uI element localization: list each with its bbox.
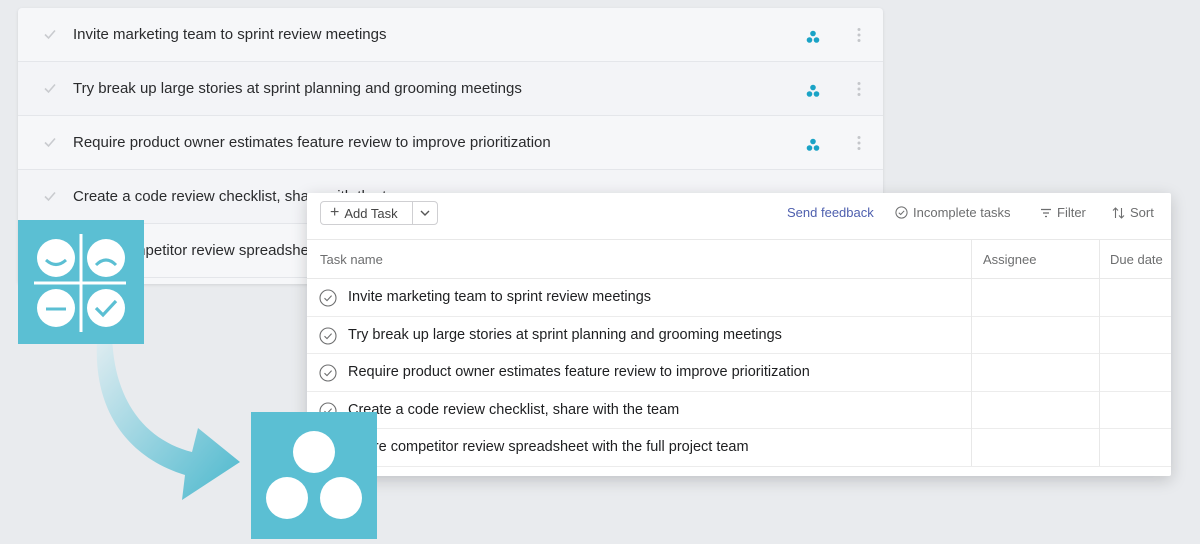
list-item-label: Try break up large stories at sprint pla… [73,80,522,97]
table-header: Task name Assignee Due date [307,240,1171,279]
table-row[interactable]: Require product owner estimates feature … [307,354,1171,392]
send-feedback-link[interactable]: Send feedback [787,205,874,220]
add-task-split-button: + Add Task [320,201,438,225]
add-task-button[interactable]: + Add Task [321,202,414,224]
sort-icon [1112,206,1125,219]
list-item-label: Require product owner estimates feature … [73,134,551,151]
chevron-down-icon [420,210,430,216]
sort-label: Sort [1130,205,1154,220]
table-row[interactable]: Invite marketing team to sprint review m… [307,279,1171,317]
plus-icon: + [330,204,340,221]
check-circle-icon [895,206,908,219]
filter-label: Filter [1057,205,1086,220]
add-task-label: Add Task [344,205,398,221]
filter-button[interactable]: Filter [1040,205,1086,220]
task-name[interactable]: Create a code review checklist, share wi… [348,402,679,418]
toolbar: + Add Task Send feedback Incomplete task… [307,193,1171,240]
check-circle-icon[interactable] [319,326,337,345]
task-name[interactable]: Require product owner estimates feature … [348,364,810,380]
check-icon[interactable] [42,80,58,96]
column-divider [971,240,972,466]
task-name[interactable]: Share competitor review spreadsheet with… [348,439,749,455]
check-circle-icon[interactable] [319,364,337,382]
check-circle-icon[interactable] [319,289,337,307]
retrospective-faces-icon [18,220,144,344]
list-item[interactable]: Require product owner estimates feature … [18,116,883,170]
retrospective-faces-graphic [34,234,126,332]
team-icon[interactable] [806,84,820,98]
sort-button[interactable]: Sort [1112,205,1154,220]
list-item[interactable]: Invite marketing team to sprint review m… [18,8,883,62]
team-icon[interactable] [806,138,820,152]
column-header-assignee[interactable]: Assignee [983,252,1036,267]
team-three-dots-graphic [266,431,362,519]
column-header-due-date[interactable]: Due date [1110,252,1163,267]
check-icon[interactable] [42,26,58,42]
team-three-dots-icon [251,412,377,539]
more-options-icon[interactable] [856,27,862,43]
table-row[interactable]: Try break up large stories at sprint pla… [307,317,1171,354]
more-options-icon[interactable] [856,81,862,97]
team-icon[interactable] [806,30,820,44]
table-row[interactable]: Share competitor review spreadsheet with… [307,429,1171,467]
send-feedback-label: Send feedback [787,205,874,220]
task-name[interactable]: Try break up large stories at sprint pla… [348,327,782,343]
check-icon[interactable] [42,188,58,204]
curved-arrow-icon [96,330,240,500]
check-icon[interactable] [42,134,58,150]
more-options-icon[interactable] [856,135,862,151]
column-divider [1099,240,1100,466]
list-item-label: Invite marketing team to sprint review m… [73,26,387,43]
list-item[interactable]: Try break up large stories at sprint pla… [18,62,883,116]
add-task-dropdown-button[interactable] [413,210,437,216]
column-header-task-name[interactable]: Task name [320,252,383,267]
incomplete-tasks-button[interactable]: Incomplete tasks [895,205,1011,220]
task-list-panel: + Add Task Send feedback Incomplete task… [307,193,1171,476]
table-row[interactable]: Create a code review checklist, share wi… [307,392,1171,429]
filter-icon [1041,208,1051,217]
task-name[interactable]: Invite marketing team to sprint review m… [348,289,651,305]
incomplete-tasks-label: Incomplete tasks [913,205,1011,220]
